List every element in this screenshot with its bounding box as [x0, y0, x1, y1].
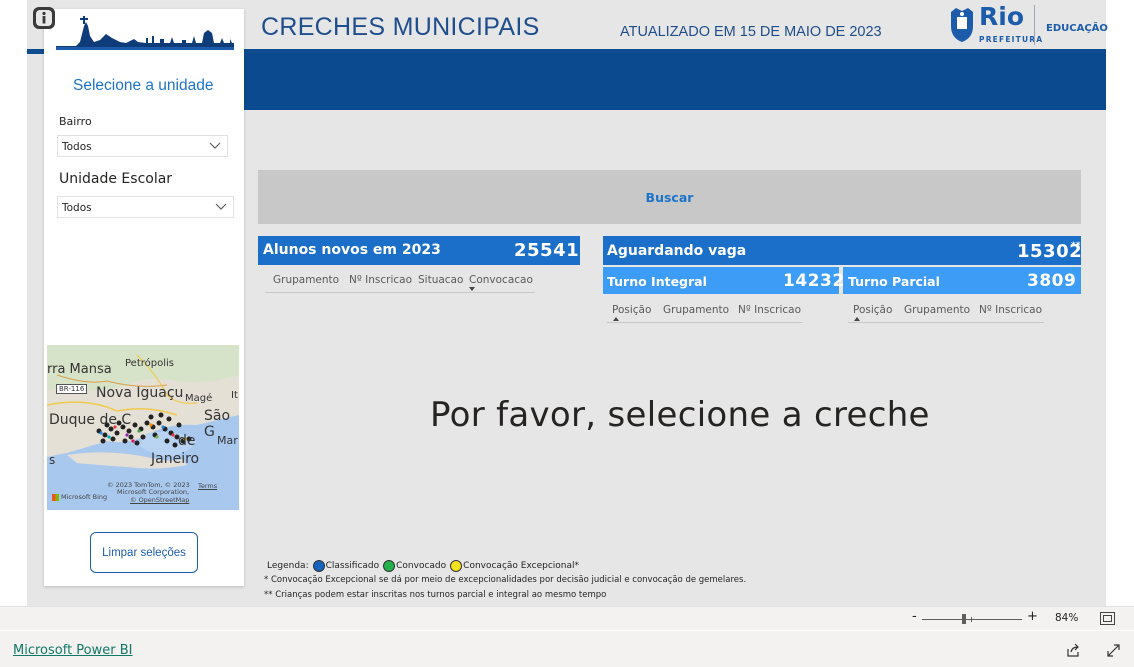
- map-label: It: [231, 390, 238, 401]
- legend-label-excepcional: Convocação Excepcional*: [463, 561, 580, 571]
- map-label: Mar: [217, 434, 238, 447]
- map-terms-link[interactable]: Terms: [198, 482, 217, 490]
- zoom-slider-tick: [971, 617, 972, 622]
- map-label: s: [49, 453, 56, 467]
- map-label: Duque de C: [49, 412, 132, 428]
- sort-ascending-icon[interactable]: [613, 317, 619, 321]
- legend-dot-classificado: [312, 560, 325, 572]
- turno-integral-value: 14232: [783, 271, 845, 291]
- footnote-excepcional: * Convocação Excepcional se dá por meio …: [264, 575, 747, 585]
- logo-word: Rio: [979, 2, 1024, 31]
- rio-skyline-graphic: [56, 16, 234, 50]
- parcial-col-posicao[interactable]: Posição: [853, 304, 892, 316]
- legend-dot-excepcional: [450, 560, 463, 572]
- alunos-col-inscricao[interactable]: Nº Inscricao: [349, 274, 412, 286]
- sort-ascending-icon[interactable]: [854, 317, 860, 321]
- select-creche-message: Por favor, selecione a creche: [430, 395, 930, 435]
- alunos-col-situacao[interactable]: Situacao: [418, 274, 463, 286]
- alunos-col-convocacao[interactable]: Convocacao: [469, 274, 533, 286]
- legend: Legenda: Classificado Convocado Convocaç…: [267, 560, 579, 572]
- map-label: rra Mansa: [47, 362, 112, 377]
- microsoft-logo-icon: [52, 494, 59, 501]
- search-button[interactable]: Buscar: [258, 170, 1081, 224]
- legend-dot-convocado: [383, 560, 396, 572]
- rio-seal-icon: [951, 8, 973, 42]
- info-icon[interactable]: [31, 5, 57, 31]
- fit-to-page-icon[interactable]: [1100, 612, 1115, 625]
- bairro-dropdown[interactable]: Todos: [57, 135, 228, 157]
- alunos-table-rule: [265, 292, 535, 293]
- map-attribution: Microsoft Corporation,: [117, 488, 190, 496]
- unidade-selected-value: Todos: [62, 202, 92, 214]
- bairro-label: Bairro: [59, 115, 92, 128]
- parcial-col-grupamento[interactable]: Grupamento: [904, 304, 970, 316]
- alunos-title: Alunos novos em 2023: [263, 242, 441, 258]
- map-label: Magé: [185, 393, 213, 404]
- parcial-col-inscricao[interactable]: Nº Inscricao: [979, 304, 1042, 316]
- aguardando-title: Aguardando vaga: [607, 243, 747, 259]
- parcial-table-rule: [848, 322, 1044, 323]
- page-title: CRECHES MUNICIPAIS: [261, 13, 540, 41]
- integral-table-rule: [607, 322, 803, 323]
- unidade-dropdown[interactable]: Todos: [57, 196, 234, 218]
- zoom-slider-handle[interactable]: [962, 614, 966, 624]
- alunos-value: 25541: [514, 240, 580, 261]
- map-label: BR-116: [56, 384, 88, 394]
- header-blue-bar: [244, 54, 1106, 110]
- map-label: Petrópolis: [125, 358, 174, 369]
- chevron-down-icon: [215, 203, 227, 210]
- zoom-slider[interactable]: [922, 619, 1022, 620]
- turno-parcial-value: 3809: [1027, 271, 1077, 291]
- zoom-out-button[interactable]: -: [912, 609, 917, 624]
- aguardando-footnote-mark: **: [1071, 241, 1081, 251]
- legend-prefix: Legenda:: [267, 561, 309, 571]
- integral-col-grupamento[interactable]: Grupamento: [663, 304, 729, 316]
- map-label: Janeiro: [151, 451, 200, 467]
- zoom-in-button[interactable]: +: [1027, 609, 1038, 624]
- creches-map[interactable]: rra Mansa Petrópolis BR-116 Nova Iguaçu …: [47, 345, 239, 510]
- alunos-col-grupamento[interactable]: Grupamento: [273, 274, 339, 286]
- footnote-turnos: ** Crianças podem estar inscritas nos tu…: [264, 590, 607, 600]
- zoom-level: 84%: [1055, 612, 1079, 624]
- filter-heading: Selecione a unidade: [73, 77, 214, 94]
- legend-label-convocado: Convocado: [396, 561, 447, 571]
- chevron-down-icon: [209, 142, 221, 149]
- clear-selections-button[interactable]: Limpar seleções: [90, 532, 198, 573]
- bairro-selected-value: Todos: [62, 141, 92, 153]
- footer: [0, 631, 1134, 667]
- powerbi-link[interactable]: Microsoft Power BI: [13, 643, 132, 658]
- logo-divider: [1034, 5, 1035, 45]
- unidade-label: Unidade Escolar: [59, 171, 173, 187]
- turno-parcial-title: Turno Parcial: [848, 274, 940, 289]
- sort-descending-icon[interactable]: [469, 287, 475, 291]
- share-icon[interactable]: [1066, 643, 1081, 658]
- rio-prefeitura-logo: Rio PREFEITURA EDUCAÇÃO: [948, 2, 1108, 47]
- integral-col-posicao[interactable]: Posição: [612, 304, 651, 316]
- map-label: Nova Iguaçu: [96, 385, 184, 401]
- updated-date: ATUALIZADO EM 15 DE MAIO DE 2023: [620, 24, 882, 40]
- legend-label-classificado: Classificado: [325, 561, 380, 571]
- turno-integral-title: Turno Integral: [607, 274, 707, 289]
- map-attribution-link[interactable]: © OpenStreetMap: [130, 496, 189, 504]
- fullscreen-icon[interactable]: [1106, 643, 1121, 658]
- logo-department: EDUCAÇÃO: [1046, 23, 1108, 34]
- integral-col-inscricao[interactable]: Nº Inscricao: [738, 304, 801, 316]
- map-label: de: [178, 433, 196, 449]
- map-bing-label: Microsoft Bing: [61, 493, 108, 501]
